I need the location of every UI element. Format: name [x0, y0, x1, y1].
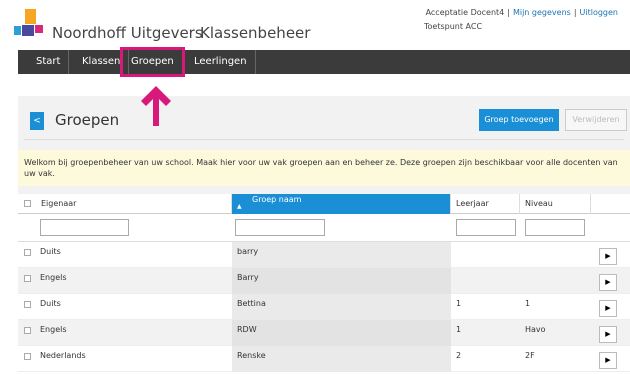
- column-header-label: Groep naam: [252, 195, 302, 204]
- owner-cell: Engels: [40, 325, 67, 334]
- table-row[interactable]: Duits Bettina 1 1 ▶: [18, 294, 630, 320]
- user-links: Acceptatie Docent4 | Mijn gegevens | Uitlogg…: [426, 8, 618, 17]
- up-arrow-icon: [141, 86, 171, 126]
- delete-button[interactable]: Verwijderen: [565, 109, 627, 131]
- row-checkbox[interactable]: [24, 275, 31, 282]
- table-row[interactable]: Engels RDW 1 Havo ▶: [18, 320, 630, 346]
- logout-link[interactable]: Uitloggen: [580, 8, 618, 17]
- back-button[interactable]: <: [30, 112, 44, 130]
- level-cell: Havo: [525, 325, 546, 334]
- group-name-cell: Bettina: [232, 294, 451, 320]
- user-name: Acceptatie Docent4: [425, 8, 505, 17]
- groups-table: Eigenaar ▲ Groep naam Leerjaar Niveau Du…: [18, 194, 630, 374]
- filter-owner-input[interactable]: [40, 219, 129, 236]
- play-icon[interactable]: ▶: [599, 248, 617, 265]
- add-group-button[interactable]: Groep toevoegen: [479, 109, 559, 131]
- year-cell: 1: [456, 299, 462, 308]
- app-header: Noordhoff Uitgevers Klassenbeheer Accept…: [0, 0, 630, 50]
- brand-name: Noordhoff Uitgevers: [52, 24, 203, 42]
- main-nav: Start Klassen Groepen Leerlingen: [18, 50, 630, 74]
- table-row[interactable]: Duits barry ▶: [18, 242, 630, 268]
- filter-year-input[interactable]: [456, 219, 516, 236]
- group-name-cell: barry: [232, 242, 451, 268]
- column-header-level[interactable]: Niveau: [520, 194, 591, 214]
- table-row[interactable]: Engels Barry ▶: [18, 268, 630, 294]
- row-checkbox[interactable]: [24, 301, 31, 308]
- level-cell: 2F: [525, 351, 535, 360]
- separator: |: [507, 8, 510, 17]
- year-cell: 2: [456, 351, 462, 360]
- group-name-cell: Barry: [232, 268, 451, 294]
- year-cell: 1: [456, 325, 462, 334]
- page-title: Groepen: [55, 111, 120, 129]
- play-icon[interactable]: ▶: [599, 326, 617, 343]
- owner-cell: Nederlands: [40, 351, 86, 360]
- select-all-checkbox[interactable]: [24, 200, 31, 207]
- filter-group-input[interactable]: [235, 219, 325, 236]
- highlight-box: [120, 47, 185, 77]
- nav-item-leerlingen[interactable]: Leerlingen: [186, 50, 256, 74]
- owner-cell: Duits: [40, 247, 61, 256]
- filter-row: [18, 214, 630, 242]
- play-icon[interactable]: ▶: [599, 352, 617, 369]
- group-name-cell: RDW: [232, 320, 451, 346]
- page-content: < Groepen Groep toevoegen Verwijderen We…: [18, 96, 630, 374]
- group-name-cell: Renske: [232, 346, 451, 372]
- owner-cell: Engels: [40, 273, 67, 282]
- my-data-link[interactable]: Mijn gegevens: [513, 8, 571, 17]
- row-checkbox[interactable]: [24, 327, 31, 334]
- level-cell: 1: [525, 299, 531, 308]
- column-header-year[interactable]: Leerjaar: [451, 194, 520, 214]
- column-header-owner[interactable]: Eigenaar: [36, 194, 232, 214]
- nav-item-start[interactable]: Start: [28, 50, 70, 74]
- table-header: Eigenaar ▲ Groep naam Leerjaar Niveau: [18, 194, 630, 214]
- row-checkbox[interactable]: [24, 353, 31, 360]
- play-icon[interactable]: ▶: [599, 300, 617, 317]
- play-icon[interactable]: ▶: [599, 274, 617, 291]
- owner-cell: Duits: [40, 299, 61, 308]
- noordhoff-logo: [14, 9, 44, 39]
- column-header-group-name[interactable]: ▲ Groep naam: [232, 194, 451, 214]
- filter-level-input[interactable]: [525, 219, 585, 236]
- info-notice: Welkom bij groepenbeheer van uw school. …: [18, 150, 630, 186]
- location-label: Toetspunt ACC: [424, 22, 483, 31]
- app-name: Klassenbeheer: [200, 24, 311, 42]
- row-checkbox[interactable]: [24, 249, 31, 256]
- title-bar: < Groepen Groep toevoegen Verwijderen: [24, 100, 627, 140]
- separator: |: [573, 8, 577, 17]
- table-row[interactable]: Nederlands Renske 2 2F ▶: [18, 346, 630, 372]
